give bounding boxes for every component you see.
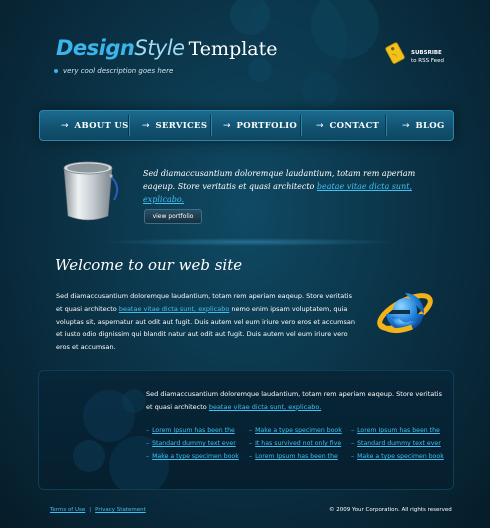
nav-label: BLOG bbox=[415, 120, 445, 131]
nav-separator bbox=[385, 115, 387, 136]
list-item[interactable]: – Make a type specimen book bbox=[351, 450, 444, 463]
list-item[interactable]: – Standard dummy text ever bbox=[146, 437, 239, 450]
info-panel: Sed diamaccusantium doloremque laudantiu… bbox=[38, 370, 454, 490]
arrow-right-icon: → bbox=[61, 120, 69, 131]
list-item[interactable]: – Lorem Ipsum has been the bbox=[249, 450, 342, 463]
link-list-3: – Lorem Ipsum has been the – Standard dumm… bbox=[351, 424, 444, 463]
welcome-link[interactable]: beatae vitae dicta sunt, explicabo bbox=[119, 305, 230, 313]
view-portfolio-button[interactable]: view portfolio bbox=[144, 209, 202, 224]
nav-separator bbox=[300, 115, 302, 136]
nav-item-blog[interactable]: → BLOG bbox=[402, 111, 445, 140]
terms-of-use-link[interactable]: Terms of Use bbox=[50, 507, 85, 513]
privacy-statement-link[interactable]: Privacy Statement bbox=[95, 507, 146, 513]
list-item[interactable]: – It has survived not only five bbox=[249, 437, 342, 450]
nav-label: ABOUT US bbox=[74, 120, 129, 131]
list-item[interactable]: – Lorem Ipsum has been the bbox=[146, 424, 239, 437]
logo-template-text: Template bbox=[188, 38, 278, 60]
nav-separator bbox=[128, 115, 130, 136]
welcome-title: Welcome to our web site bbox=[55, 256, 243, 274]
main-nav: → ABOUT US → SERVICES → PORTFOLIO → CONT… bbox=[39, 110, 454, 141]
site-logo[interactable]: DesignStyle Template bbox=[56, 36, 278, 60]
tagline-text: very cool description goes here bbox=[63, 67, 174, 75]
nav-item-services[interactable]: → SERVICES bbox=[142, 111, 207, 140]
nav-label: PORTFOLIO bbox=[236, 120, 298, 131]
footer-links: Terms of Use | Privacy Statement bbox=[50, 507, 146, 513]
rss-subtitle: to RSS Feed bbox=[411, 58, 444, 64]
internet-explorer-icon bbox=[377, 293, 433, 333]
nav-label: CONTACT bbox=[329, 120, 380, 131]
logo-style-text: Style bbox=[134, 36, 185, 60]
logo-design-text: Design bbox=[56, 36, 135, 60]
nav-item-about-us[interactable]: → ABOUT US bbox=[61, 111, 129, 140]
nav-label: SERVICES bbox=[155, 120, 208, 131]
arrow-right-icon: → bbox=[402, 120, 410, 131]
paint-bucket-icon bbox=[63, 161, 119, 221]
rss-text: SUBSRIBE to RSS Feed bbox=[411, 49, 444, 65]
footer-separator: | bbox=[89, 507, 92, 513]
copyright: © 2009 Your Corporation. All rights rese… bbox=[329, 507, 452, 513]
list-item[interactable]: – Standard dummy text ever bbox=[351, 437, 444, 450]
hero-text: Sed diamaccusantium doloremque laudantiu… bbox=[143, 167, 443, 206]
link-list-1: – Lorem Ipsum has been the – Standard dumm… bbox=[146, 424, 239, 463]
rss-tag-icon bbox=[385, 42, 405, 64]
arrow-right-icon: → bbox=[223, 120, 231, 131]
nav-item-portfolio[interactable]: → PORTFOLIO bbox=[223, 111, 297, 140]
arrow-right-icon: → bbox=[316, 120, 324, 131]
tagline: very cool description goes here bbox=[54, 67, 173, 75]
link-list-2: – Make a type specimen book – It has survi… bbox=[249, 424, 342, 463]
divider bbox=[100, 238, 400, 246]
welcome-paragraph: Sed diamaccusantium doloremque laudantiu… bbox=[56, 290, 360, 354]
list-item[interactable]: – Lorem Ipsum has been the bbox=[351, 424, 444, 437]
panel-link[interactable]: beatae vitae dicta sunt, explicabo. bbox=[209, 403, 321, 411]
arrow-right-icon: → bbox=[142, 120, 150, 131]
nav-separator bbox=[210, 115, 212, 136]
rss-title: SUBSRIBE bbox=[411, 50, 442, 56]
bullet-icon bbox=[54, 69, 58, 73]
nav-item-contact[interactable]: → CONTACT bbox=[316, 111, 379, 140]
list-item[interactable]: – Make a type specimen book bbox=[146, 450, 239, 463]
list-item[interactable]: – Make a type specimen book bbox=[249, 424, 342, 437]
panel-text: Sed diamaccusantium doloremque laudantiu… bbox=[146, 388, 446, 414]
